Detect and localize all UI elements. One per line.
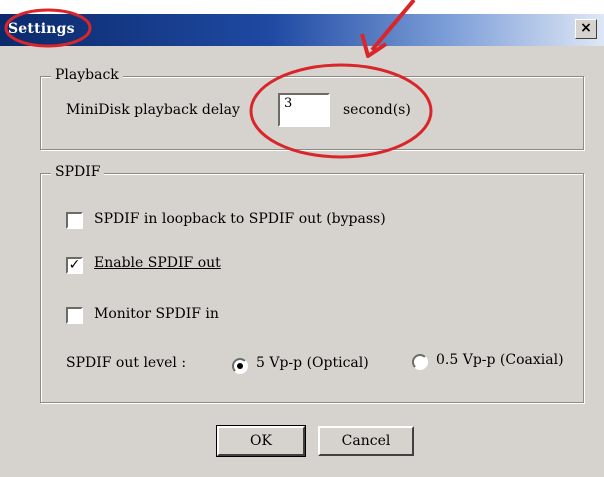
coaxial-radio-label[interactable]: 0.5 Vp-p (Coaxial) xyxy=(436,352,564,368)
playback-delay-input[interactable]: 3 xyxy=(278,93,330,127)
enable-spdif-out-label[interactable]: Enable SPDIF out xyxy=(94,255,221,271)
radio-selected-dot xyxy=(237,363,243,369)
coaxial-radio[interactable] xyxy=(412,354,428,370)
title-bar: Settings × xyxy=(0,0,604,46)
monitor-spdif-in-checkbox[interactable] xyxy=(66,307,83,324)
ok-button[interactable]: OK xyxy=(216,425,306,457)
spdif-out-level-label: SPDIF out level : xyxy=(66,355,187,371)
playback-unit-label: second(s) xyxy=(343,102,411,118)
optical-radio[interactable] xyxy=(232,358,248,374)
spdif-legend: SPDIF xyxy=(51,164,105,180)
playback-legend: Playback xyxy=(51,67,123,83)
playback-delay-label: MiniDisk playback delay xyxy=(66,102,240,118)
spdif-loopback-label[interactable]: SPDIF in loopback to SPDIF out (bypass) xyxy=(94,211,386,227)
spdif-loopback-checkbox[interactable] xyxy=(66,212,83,229)
title-bar-background xyxy=(0,14,604,46)
monitor-spdif-in-label[interactable]: Monitor SPDIF in xyxy=(94,306,219,322)
enable-spdif-out-checkbox[interactable]: ✓ xyxy=(66,257,83,274)
close-button[interactable]: × xyxy=(575,19,597,39)
optical-radio-label[interactable]: 5 Vp-p (Optical) xyxy=(256,355,369,371)
cancel-button[interactable]: Cancel xyxy=(318,426,414,456)
window-title: Settings xyxy=(8,21,75,37)
